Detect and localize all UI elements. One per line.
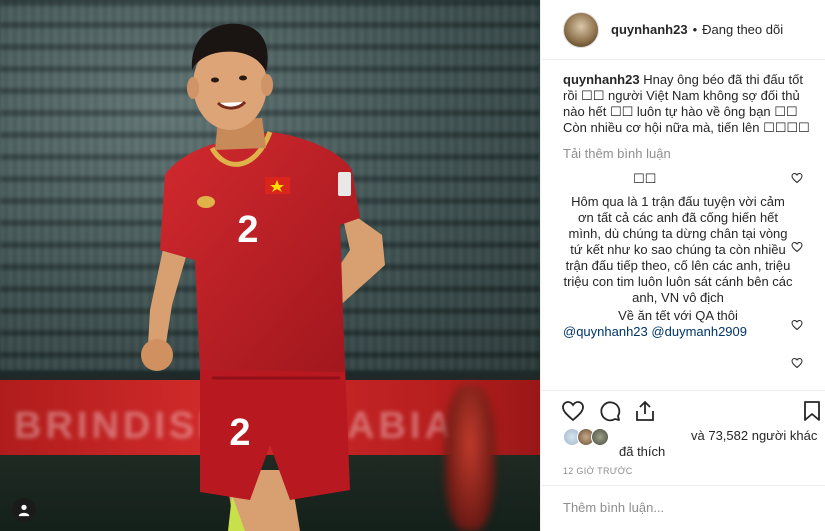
- comment-item: @quynhanh23 @duymanh2909: [563, 324, 747, 340]
- comment-text: ☐☐: [633, 171, 657, 186]
- comment-item: ☐☐: [633, 171, 656, 187]
- header-separator: •: [692, 22, 698, 37]
- comment-item: Hôm qua là 1 trận đấu tuyện vời cảm ơn t…: [563, 194, 793, 306]
- avatar[interactable]: [563, 11, 599, 48]
- comment-like-heart-icon[interactable]: [791, 318, 803, 331]
- comment-item: Về ăn tết với QA thôi: [563, 308, 793, 324]
- follow-status[interactable]: Đang theo dõi: [702, 22, 783, 37]
- header-username[interactable]: quynhanh23: [611, 22, 688, 37]
- svg-text:2: 2: [229, 412, 250, 454]
- mention-link[interactable]: @duymanh2909: [651, 324, 747, 339]
- likes-others-link[interactable]: và 73,582 người khác: [691, 428, 817, 443]
- load-more-comments-link[interactable]: Tải thêm bình luận: [563, 146, 671, 161]
- bookmark-icon[interactable]: [800, 399, 824, 423]
- post-photo[interactable]: BRINDISI ... ARABIA 2: [0, 0, 540, 531]
- liked-label: đã thích: [619, 444, 666, 459]
- comment-like-heart-icon[interactable]: [791, 240, 803, 253]
- liker-avatar[interactable]: [591, 428, 609, 446]
- svg-text:2: 2: [237, 209, 258, 251]
- comment-icon[interactable]: [598, 399, 622, 423]
- comment-text: Hôm qua là 1 trận đấu tuyện vời cảm ơn t…: [563, 194, 793, 305]
- caption: quynhanh23 Hnay ông béo đã thi đấu tốt r…: [563, 72, 819, 136]
- tagged-user-icon[interactable]: [12, 498, 36, 522]
- comment-like-heart-icon[interactable]: [791, 171, 803, 184]
- comment-like-heart-icon[interactable]: [791, 356, 803, 369]
- post-timestamp[interactable]: 12 GIỜ TRƯỚC: [563, 466, 633, 476]
- caption-username[interactable]: quynhanh23: [563, 72, 640, 87]
- like-heart-icon[interactable]: [561, 399, 585, 423]
- post-sidebar: quynhanh23 • Đang theo dõi quynhanh23 Hn…: [540, 0, 825, 531]
- football-player: 2 2: [141, 23, 385, 531]
- add-comment-input[interactable]: [563, 500, 803, 515]
- action-bar: [541, 390, 825, 430]
- post-header: quynhanh23 • Đang theo dõi: [541, 0, 825, 60]
- comment-text: Về ăn tết với QA thôi: [618, 308, 738, 323]
- mention-link[interactable]: @quynhanh23: [563, 324, 648, 339]
- likes-summary: và 73,582 người khác đã thích: [563, 428, 823, 459]
- add-comment-bar: [541, 485, 825, 531]
- share-icon[interactable]: [633, 399, 657, 423]
